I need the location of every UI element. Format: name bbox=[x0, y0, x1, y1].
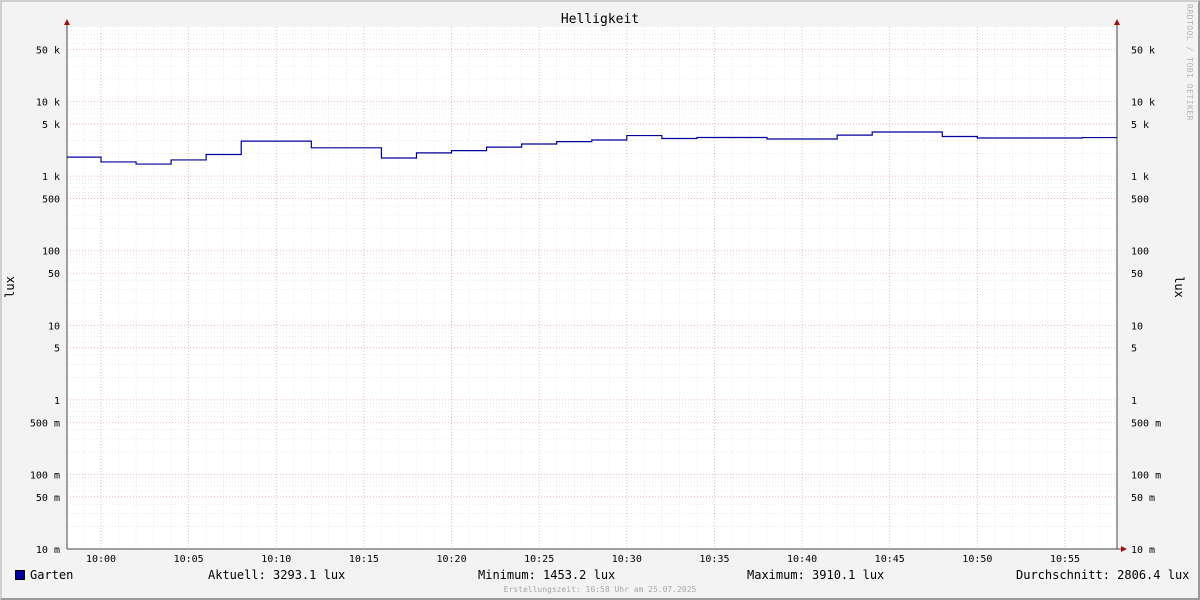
y-tick-label-right: 500 bbox=[1131, 195, 1149, 206]
x-tick-label: 10:05 bbox=[174, 554, 204, 565]
legend-series-name: Garten bbox=[30, 568, 74, 582]
x-tick-label: 10:35 bbox=[699, 554, 729, 565]
legend-average: Durchschnitt: 2806.4 lux bbox=[1016, 568, 1190, 582]
y-tick-label-left: 50 m bbox=[36, 493, 60, 504]
x-tick-label: 10:20 bbox=[436, 554, 466, 565]
y-tick-label-left: 10 m bbox=[36, 545, 60, 556]
y-tick-label-left: 5 bbox=[54, 344, 60, 355]
creation-time-footer: Erstellungszeit: 10:58 Uhr am 25.07.2025 bbox=[503, 585, 697, 594]
y-tick-label-left: 5 k bbox=[42, 120, 60, 131]
rrdtool-watermark: RRDTOOL / TOBI OETIKER bbox=[1185, 4, 1194, 121]
y-axis-arrow-left bbox=[64, 19, 70, 25]
y-tick-label-right: 1 k bbox=[1131, 172, 1149, 183]
x-tick-label: 10:40 bbox=[787, 554, 817, 565]
y-tick-label-left: 1 k bbox=[42, 172, 60, 183]
y-tick-label-right: 50 bbox=[1131, 269, 1143, 280]
y-axis-arrow-right bbox=[1114, 19, 1120, 25]
x-tick-label: 10:25 bbox=[524, 554, 554, 565]
x-tick-label: 10:45 bbox=[875, 554, 905, 565]
y-tick-label-left: 50 k bbox=[36, 45, 60, 56]
y-tick-label-right: 10 bbox=[1131, 321, 1143, 332]
y-tick-label-left: 500 m bbox=[30, 418, 60, 429]
y-tick-label-right: 50 m bbox=[1131, 493, 1155, 504]
x-tick-label: 10:00 bbox=[86, 554, 116, 565]
y-tick-label-right: 50 k bbox=[1131, 45, 1155, 56]
y-tick-label-left: 50 bbox=[48, 269, 60, 280]
y-tick-label-left: 10 k bbox=[36, 98, 60, 109]
y-tick-label-right: 1 bbox=[1131, 396, 1137, 407]
y-axis-label-left: lux bbox=[3, 276, 17, 298]
x-axis-arrow bbox=[1121, 546, 1127, 552]
x-tick-label: 10:15 bbox=[349, 554, 379, 565]
y-tick-label-right: 5 bbox=[1131, 344, 1137, 355]
legend-swatch bbox=[15, 570, 25, 580]
y-tick-label-left: 500 bbox=[42, 195, 60, 206]
legend-current: Aktuell: 3293.1 lux bbox=[208, 568, 346, 582]
x-tick-label: 10:10 bbox=[261, 554, 291, 565]
y-axis-label-right: lux bbox=[1172, 276, 1186, 298]
y-tick-label-right: 5 k bbox=[1131, 120, 1149, 131]
y-tick-label-right: 10 m bbox=[1131, 545, 1155, 556]
plot-area: 50 k 50 k 10 k 10 k 5 k 5 k 1 k 1 k 500 500 100 100… bbox=[30, 19, 1161, 565]
y-tick-label-right: 500 m bbox=[1131, 418, 1161, 429]
chart-svg: Helligkeit lux lux 50 k 50 k 10 k 10 k 5 k 5 … bbox=[3, 12, 1186, 565]
y-tick-label-right: 100 m bbox=[1131, 470, 1161, 481]
y-tick-label-left: 10 bbox=[48, 321, 60, 332]
y-tick-label-right: 100 bbox=[1131, 247, 1149, 258]
y-tick-label-left: 1 bbox=[54, 396, 60, 407]
x-tick-label: 10:50 bbox=[962, 554, 992, 565]
chart-title: Helligkeit bbox=[561, 12, 639, 27]
legend-minimum: Minimum: 1453.2 lux bbox=[478, 568, 616, 582]
x-tick-label: 10:30 bbox=[612, 554, 642, 565]
x-tick-label: 10:55 bbox=[1050, 554, 1080, 565]
legend-maximum: Maximum: 3910.1 lux bbox=[747, 568, 885, 582]
y-tick-label-left: 100 m bbox=[30, 470, 60, 481]
y-tick-label-right: 10 k bbox=[1131, 98, 1155, 109]
y-tick-label-left: 100 bbox=[42, 247, 60, 258]
